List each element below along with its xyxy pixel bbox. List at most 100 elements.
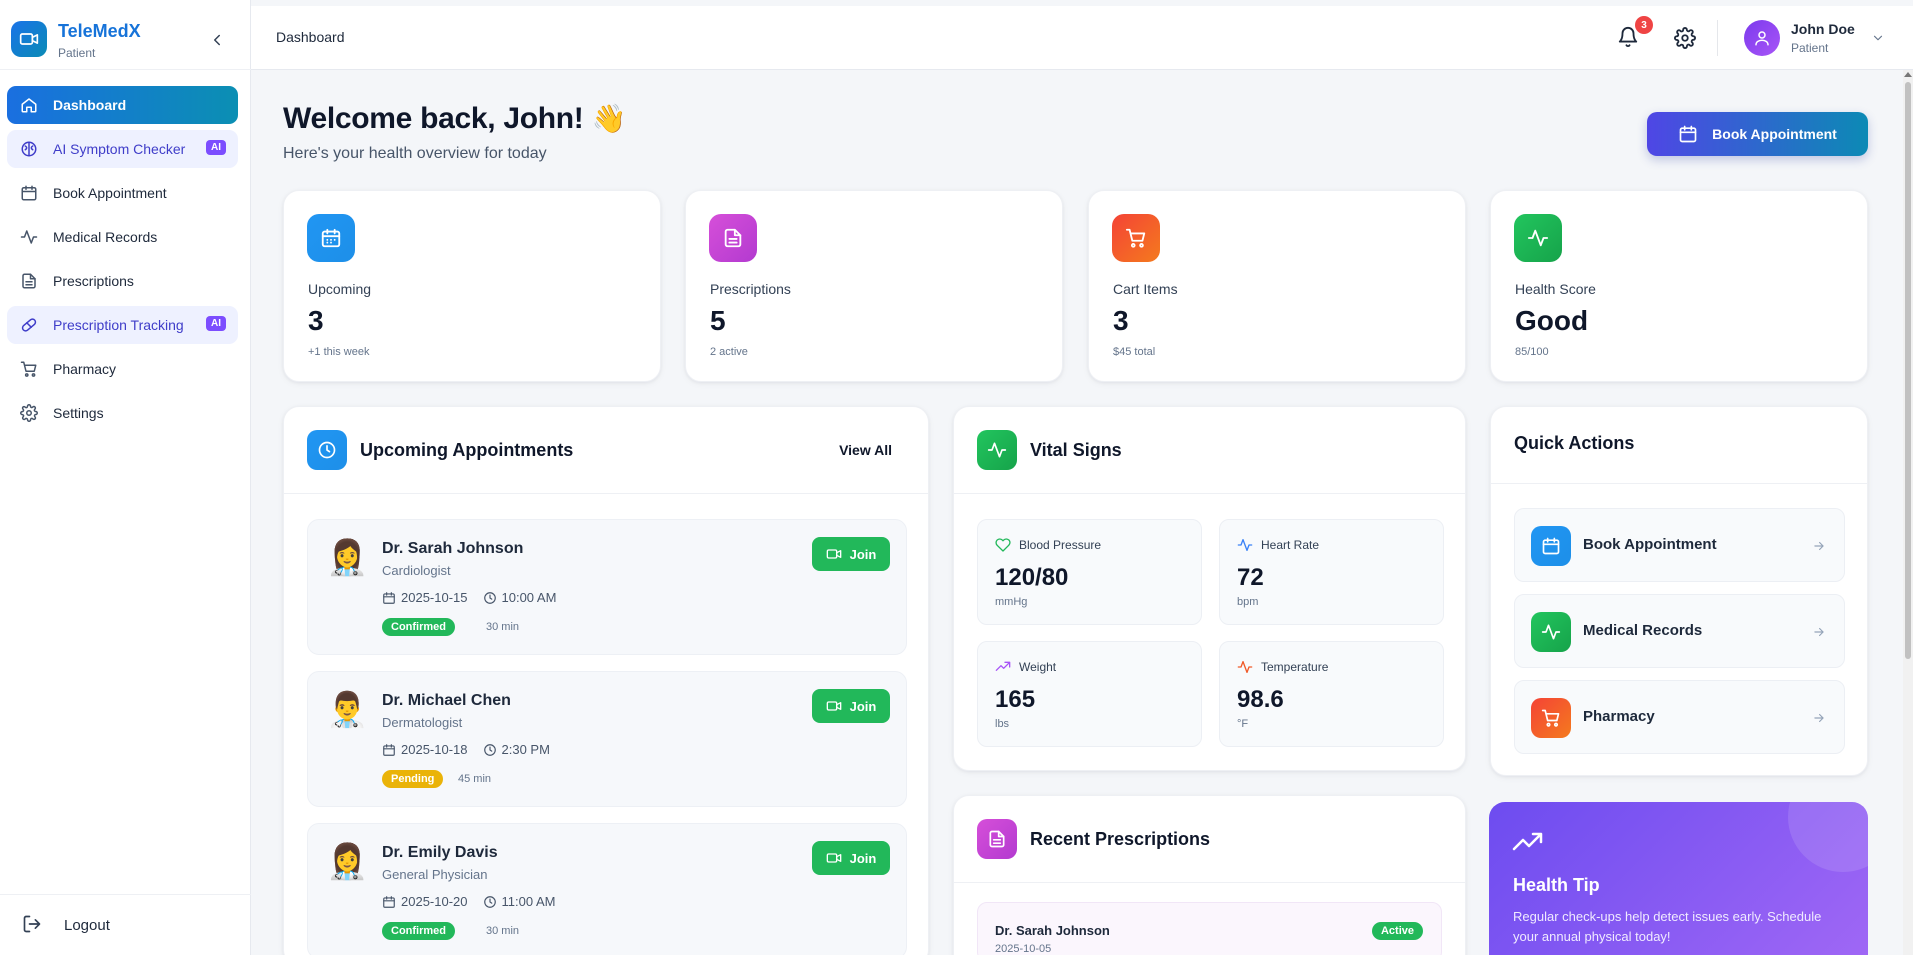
quick-actions-panel: Quick Actions Book Appointment Medical R… <box>1490 406 1868 776</box>
status-badge: Pending <box>382 770 444 788</box>
scrollbar-thumb[interactable] <box>1905 82 1911 659</box>
vital-card-temperature: Temperature 98.6 °F <box>1219 641 1444 747</box>
join-button[interactable]: Join <box>812 537 890 571</box>
stat-value: 5 <box>710 305 726 336</box>
quick-actions-title: Quick Actions <box>1514 433 1635 453</box>
doctor-avatar: 👩‍⚕️ <box>326 539 369 577</box>
quick-action-medical-records[interactable]: Medical Records <box>1514 594 1845 668</box>
scrollbar[interactable] <box>1903 70 1913 955</box>
stat-sub: 85/100 <box>1515 346 1549 358</box>
appointment-duration: 30 min <box>486 925 520 937</box>
arrow-right-icon <box>1812 539 1826 553</box>
sidebar-item-label: Book Appointment <box>53 185 167 201</box>
vital-unit: mmHg <box>995 596 1028 608</box>
sidebar-item-settings[interactable]: Settings <box>7 394 238 432</box>
breadcrumb: Dashboard <box>276 29 345 45</box>
pulse-icon <box>1237 659 1253 675</box>
topbar: Dashboard 3 John Doe Patient <box>251 6 1913 70</box>
activity-icon <box>1514 214 1562 262</box>
health-tip-text: Regular check-ups help detect issues ear… <box>1513 909 1822 944</box>
logout-label: Logout <box>64 916 110 934</box>
vital-label: Temperature <box>1237 659 1328 675</box>
appointment-card: 👨‍⚕️ Dr. Michael Chen Dermatologist 2025… <box>307 671 907 807</box>
cart-icon <box>1112 214 1160 262</box>
scroll-up-arrow-icon[interactable] <box>1904 72 1912 77</box>
vital-signs-panel: Vital Signs Blood Pressure 120/80 mmHg H… <box>953 406 1466 771</box>
appointment-meta: 2025-10-18 2:30 PM <box>382 742 550 757</box>
sidebar-item-medical-records[interactable]: Medical Records <box>7 218 238 256</box>
sidebar-item-pharmacy[interactable]: Pharmacy <box>7 350 238 388</box>
welcome-text: Welcome back, John! <box>283 102 584 135</box>
file-text-icon <box>709 214 757 262</box>
gear-icon[interactable] <box>1674 27 1696 49</box>
divider <box>284 493 928 494</box>
appointment-time: 2:30 PM <box>501 742 550 757</box>
clock-icon <box>483 591 497 605</box>
book-appointment-button[interactable]: Book Appointment <box>1647 112 1868 156</box>
doctor-avatar: 👨‍⚕️ <box>326 691 369 729</box>
stat-sub: $45 total <box>1113 346 1156 358</box>
sidebar-item-dashboard[interactable]: Dashboard <box>7 86 238 124</box>
prescription-item[interactable]: Dr. Sarah Johnson 2025-10-05 Active <box>977 902 1442 955</box>
appointment-meta: 2025-10-20 11:00 AM <box>382 894 555 909</box>
home-icon <box>19 95 39 115</box>
brand-name: TeleMedX <box>58 21 141 41</box>
notification-badge: 3 <box>1635 16 1653 34</box>
topbar-divider <box>1717 20 1718 56</box>
join-label: Join <box>849 850 877 866</box>
calendar-icon <box>382 895 396 909</box>
sidebar-item-label: Settings <box>53 405 104 421</box>
gear-icon <box>19 403 39 423</box>
vital-unit: lbs <box>995 718 1010 730</box>
quick-action-pharmacy[interactable]: Pharmacy <box>1514 680 1845 754</box>
logout-button[interactable]: Logout <box>0 894 251 955</box>
chevron-down-icon[interactable] <box>1871 31 1885 45</box>
quick-action-label: Book Appointment <box>1583 536 1717 553</box>
page-title: Welcome back, John! 👋 <box>283 102 626 136</box>
doctor-avatar: 👩‍⚕️ <box>326 843 369 881</box>
view-all-link[interactable]: View All <box>839 442 892 458</box>
stat-value: 3 <box>1113 305 1129 336</box>
cart-icon <box>19 359 39 379</box>
join-label: Join <box>849 546 877 562</box>
appointment-time: 10:00 AM <box>501 590 557 605</box>
avatar[interactable] <box>1744 20 1780 56</box>
sidebar-item-book-appointment[interactable]: Book Appointment <box>7 174 238 212</box>
join-button[interactable]: Join <box>812 841 890 875</box>
decorative-circle <box>1788 802 1868 872</box>
join-button[interactable]: Join <box>812 689 890 723</box>
vital-value: 72 <box>1237 564 1264 591</box>
stat-label: Cart Items <box>1113 281 1178 297</box>
cart-icon <box>1531 698 1571 738</box>
video-camera-logo-icon <box>11 21 47 57</box>
collapse-sidebar-icon[interactable] <box>208 31 226 49</box>
user-name[interactable]: John Doe <box>1791 21 1855 37</box>
sidebar-item-label: Pharmacy <box>53 361 117 377</box>
appointment-time: 11:00 AM <box>501 894 556 909</box>
quick-action-book-appointment[interactable]: Book Appointment <box>1514 508 1845 582</box>
doctor-name: Dr. Emily Davis <box>382 844 498 861</box>
calendar-icon <box>382 591 396 605</box>
stat-sub: 2 active <box>710 346 748 358</box>
stat-label: Prescriptions <box>710 281 791 297</box>
clock-icon <box>307 430 347 470</box>
sidebar-item-prescriptions[interactable]: Prescriptions <box>7 262 238 300</box>
vital-value: 98.6 <box>1237 686 1284 713</box>
activity-icon <box>19 227 39 247</box>
sidebar: TeleMedX Patient Dashboard AI Symptom Ch… <box>0 0 251 955</box>
appointment-date: 2025-10-20 <box>401 894 468 909</box>
vital-card-heart-rate: Heart Rate 72 bpm <box>1219 519 1444 625</box>
doctor-specialty: Dermatologist <box>382 715 463 730</box>
vital-value: 165 <box>995 686 1036 713</box>
appointment-duration: 45 min <box>458 773 492 785</box>
pulse-icon <box>1237 537 1253 553</box>
quick-action-label: Pharmacy <box>1583 708 1655 725</box>
stat-label: Upcoming <box>308 281 372 297</box>
clock-icon <box>483 895 497 909</box>
doctor-name: Dr. Michael Chen <box>382 692 511 709</box>
appointments-title: Upcoming Appointments <box>360 440 574 460</box>
sidebar-item-ai-symptom-checker[interactable]: AI Symptom Checker AI <box>7 130 238 168</box>
vital-label-text: Temperature <box>1261 660 1329 674</box>
video-camera-icon <box>826 546 842 562</box>
sidebar-item-prescription-tracking[interactable]: Prescription Tracking AI <box>7 306 238 344</box>
